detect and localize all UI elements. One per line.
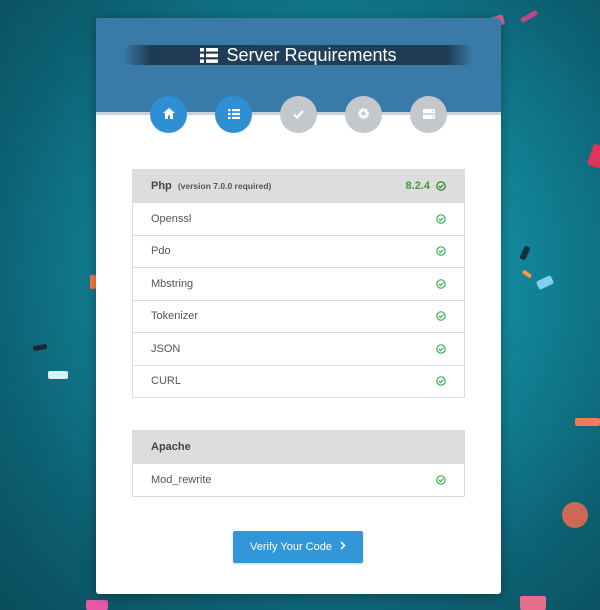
check-circle-icon [436,213,446,224]
extension-name: CURL [151,375,181,388]
list-item-tokenizer: Tokenizer [133,299,464,333]
confetti-decoration [575,418,600,426]
php-requirements-table: Php (version 7.0.0 required) 8.2.4 Opens… [132,169,465,398]
step-settings[interactable] [345,96,382,133]
check-circle-icon [436,278,446,289]
home-icon [162,106,175,124]
php-label: Php [151,180,172,192]
check-circle-icon [436,474,446,485]
server-icon [422,106,435,124]
list-item-curl: CURL [133,364,464,398]
confetti-decoration [586,143,600,169]
extension-name: Pdo [151,245,171,258]
step-requirements[interactable] [215,96,252,133]
php-version: 8.2.4 [406,180,446,192]
confetti-decoration [519,245,531,261]
confetti-decoration [86,600,108,610]
apache-label: Apache [151,441,191,453]
module-name: Mod_rewrite [151,473,212,486]
list-item-openssl: Openssl [133,202,464,235]
check-circle-icon [436,343,446,354]
confetti-decoration [48,371,68,379]
check-circle-icon [436,376,446,387]
page-title-text: Server Requirements [226,44,397,65]
chevron-right-icon [340,541,346,553]
check-circle-icon [436,181,446,191]
confetti-decoration [32,343,48,352]
php-requirement-note: (version 7.0.0 required) [177,181,272,191]
verify-code-button[interactable]: Verify Your Code [233,531,363,563]
check-icon [293,106,304,124]
confetti-decoration [562,502,588,528]
list-item-mod-rewrite: Mod_rewrite [133,463,464,496]
confetti-decoration [519,9,539,24]
list-icon [200,47,219,63]
page-title: Server Requirements [123,45,474,65]
step-database[interactable] [410,96,447,133]
verify-code-label: Verify Your Code [250,541,332,553]
list-item-mbstring: Mbstring [133,267,464,300]
extension-name: Openssl [151,212,192,225]
php-header-row: Php (version 7.0.0 required) 8.2.4 [133,170,464,202]
apache-requirements-table: Apache Mod_rewrite [132,430,465,497]
requirements-content: Php (version 7.0.0 required) 8.2.4 Opens… [132,169,465,529]
list-item-pdo: Pdo [133,234,464,268]
extension-name: Tokenizer [151,310,199,323]
installer-card: Server Requirements Php (version 7.0.0 r… [96,18,501,594]
check-circle-icon [436,246,446,257]
check-circle-icon [436,311,446,322]
step-permissions[interactable] [280,96,317,133]
wizard-steps [96,96,501,134]
list-item-json: JSON [133,332,464,365]
confetti-decoration [521,269,533,279]
list-icon [227,106,240,124]
apache-header-row: Apache [133,431,464,463]
extension-name: Mbstring [151,277,194,290]
step-home[interactable] [150,96,187,133]
confetti-decoration [520,596,546,610]
php-version-value: 8.2.4 [405,180,430,192]
confetti-decoration [535,275,555,290]
extension-name: JSON [151,342,181,355]
gear-icon [357,106,370,124]
